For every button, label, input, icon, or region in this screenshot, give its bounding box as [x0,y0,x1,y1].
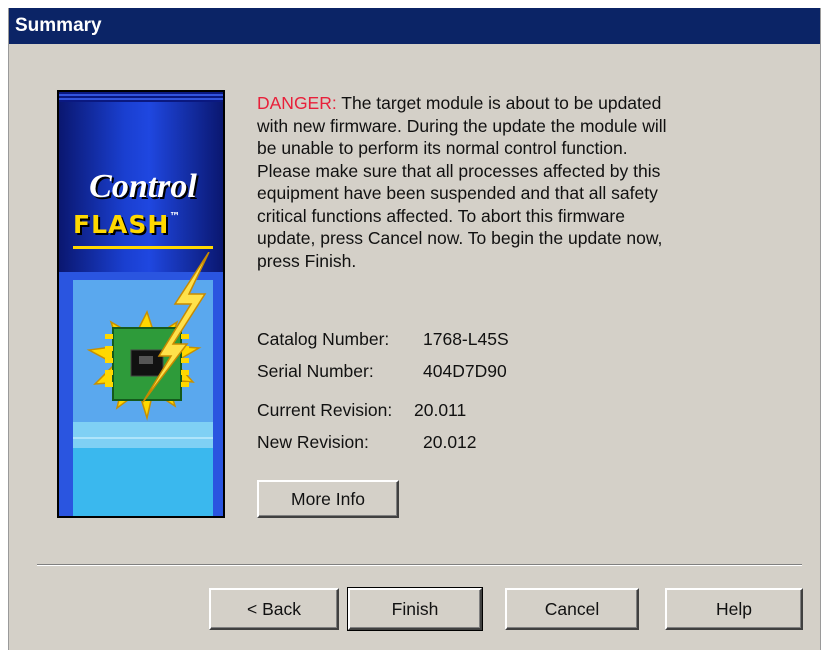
logo-flash-word: FLASH [73,210,170,239]
finish-button[interactable]: Finish [347,587,483,631]
help-button[interactable]: Help [665,588,803,630]
logo-underline [73,246,213,249]
current-revision-label: Current Revision: [257,400,393,420]
catalog-number-value: 1768-L45S [423,329,509,349]
current-revision-value: 20.011 [414,400,467,420]
controlflash-logo-banner: Control FLASH™ [57,90,225,518]
logo-flash-text: FLASH™ [73,210,223,239]
logo-control-text: Control [89,168,197,205]
serial-number-row: Serial Number: 404D7D90 [257,361,507,382]
current-revision-row: Current Revision: 20.011 [257,400,466,421]
dialog-separator [37,564,802,566]
banner-stripes [59,92,223,102]
new-revision-label: New Revision: [257,432,369,452]
summary-dialog: Summary Control FLASH™ DANGER: The targe… [8,8,821,650]
new-revision-value: 20.012 [423,432,477,452]
more-info-button[interactable]: More Info [257,480,399,518]
chip-lightning-art [59,252,223,516]
serial-number-value: 404D7D90 [423,361,507,381]
danger-body: The target module is about to be updated… [257,93,667,271]
back-button[interactable]: < Back [209,588,339,630]
new-revision-row: New Revision: 20.012 [257,432,477,453]
trademark-symbol: ™ [169,210,182,223]
catalog-number-label: Catalog Number: [257,329,390,349]
dialog-title: Summary [9,8,820,44]
danger-label: DANGER: [257,93,337,113]
danger-message: DANGER: The target module is about to be… [257,92,677,272]
catalog-number-row: Catalog Number: 1768-L45S [257,329,509,350]
serial-number-label: Serial Number: [257,361,374,381]
cancel-button[interactable]: Cancel [505,588,639,630]
